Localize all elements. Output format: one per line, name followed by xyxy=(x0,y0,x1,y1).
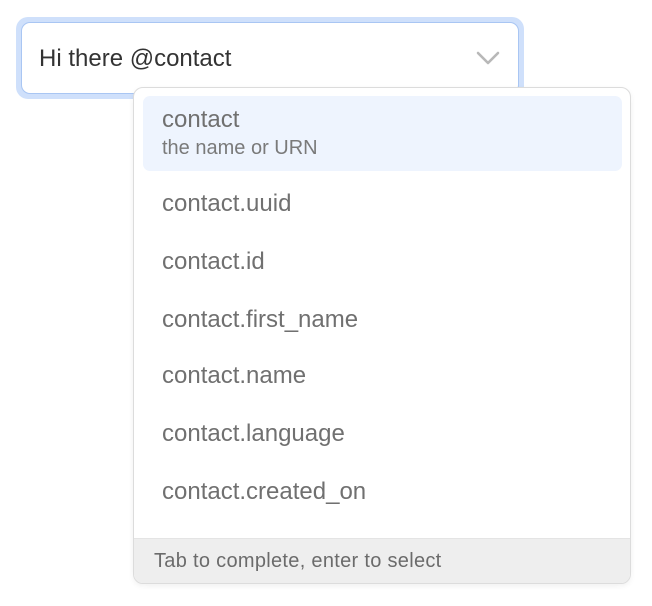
completion-hint: Tab to complete, enter to select xyxy=(154,550,442,572)
completion-option-contact-uuid[interactable]: contact.uuid xyxy=(143,188,622,224)
completion-option-contact-language[interactable]: contact.language xyxy=(143,418,622,454)
option-name: contact.id xyxy=(162,248,265,275)
completion-option-contact-name[interactable]: contact.name xyxy=(143,360,622,396)
completion-option-contact[interactable]: contact the name or URN xyxy=(143,96,622,171)
option-name: contact.created_on xyxy=(162,478,367,505)
option-name: contact.uuid xyxy=(162,190,292,217)
message-input-value[interactable]: Hi there @contact xyxy=(39,23,231,95)
page: Hi there @contact contact the name or UR… xyxy=(0,0,652,606)
completion-option-contact-created-on[interactable]: contact.created_on xyxy=(143,476,622,512)
option-name: contact.language xyxy=(162,420,345,447)
option-description: the name or URN xyxy=(162,137,318,159)
option-name: contact xyxy=(162,106,240,133)
message-input[interactable]: Hi there @contact xyxy=(21,22,519,94)
completion-option-contact-first-name[interactable]: contact.first_name xyxy=(143,304,622,340)
option-name: contact.first_name xyxy=(162,306,359,333)
option-name: contact.name xyxy=(162,362,307,389)
completion-footer: Tab to complete, enter to select xyxy=(134,538,630,583)
chevron-down-icon[interactable] xyxy=(476,50,500,66)
completion-dropdown: contact the name or URN contact.uuid con… xyxy=(133,87,631,584)
completion-option-contact-id[interactable]: contact.id xyxy=(143,246,622,282)
